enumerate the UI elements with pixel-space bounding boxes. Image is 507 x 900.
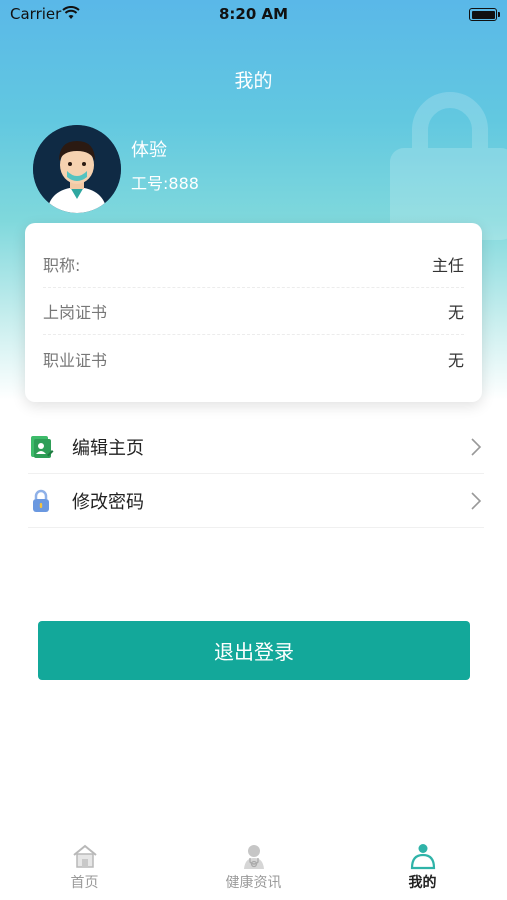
info-card: 职称: 主任 上岗证书 无 职业证书 无 — [25, 223, 482, 402]
menu-item-label: 修改密码 — [72, 491, 144, 513]
chevron-right-icon — [471, 437, 482, 456]
user-name: 体验 — [131, 140, 167, 161]
info-label: 职业证书 — [43, 350, 108, 370]
doctor-icon — [243, 845, 264, 869]
tab-label: 首页 — [70, 875, 99, 891]
info-value: 无 — [447, 303, 464, 322]
info-row-professional-certificate: 职业证书 无 — [43, 335, 464, 382]
info-row-title: 职称: 主任 — [43, 241, 464, 288]
tab-bar: 首页 健康资讯 我的 — [0, 836, 507, 900]
info-label: 职称: — [43, 256, 81, 275]
info-row-post-certificate: 上岗证书 无 — [43, 288, 464, 335]
doctor-avatar-icon — [33, 125, 121, 213]
tab-label: 我的 — [408, 875, 437, 891]
lock-watermark-icon — [390, 92, 507, 240]
home-icon — [72, 844, 97, 868]
employee-id: 工号:888 — [131, 174, 199, 193]
menu-item-change-password[interactable]: 修改密码 — [28, 474, 484, 528]
tab-label: 健康资讯 — [225, 875, 282, 891]
status-bar: Carrier 8:20 AM — [0, 0, 507, 28]
lock-icon — [28, 488, 54, 514]
person-icon — [410, 844, 435, 870]
battery-icon — [469, 8, 500, 21]
info-value: 主任 — [431, 256, 464, 275]
clock: 8:20 AM — [218, 5, 289, 23]
logout-button[interactable]: 退出登录 — [38, 621, 470, 680]
tab-home[interactable]: 首页 — [0, 836, 169, 900]
avatar[interactable] — [33, 125, 121, 213]
edit-profile-icon — [28, 434, 54, 460]
info-value: 无 — [447, 350, 464, 370]
menu-item-edit-profile[interactable]: 编辑主页 — [28, 420, 484, 474]
tab-health-news[interactable]: 健康资讯 — [169, 836, 338, 900]
info-label: 上岗证书 — [43, 303, 108, 322]
menu-item-label: 编辑主页 — [72, 437, 144, 459]
page-title: 我的 — [234, 70, 273, 92]
tab-mine[interactable]: 我的 — [338, 836, 507, 900]
chevron-right-icon — [471, 491, 482, 510]
